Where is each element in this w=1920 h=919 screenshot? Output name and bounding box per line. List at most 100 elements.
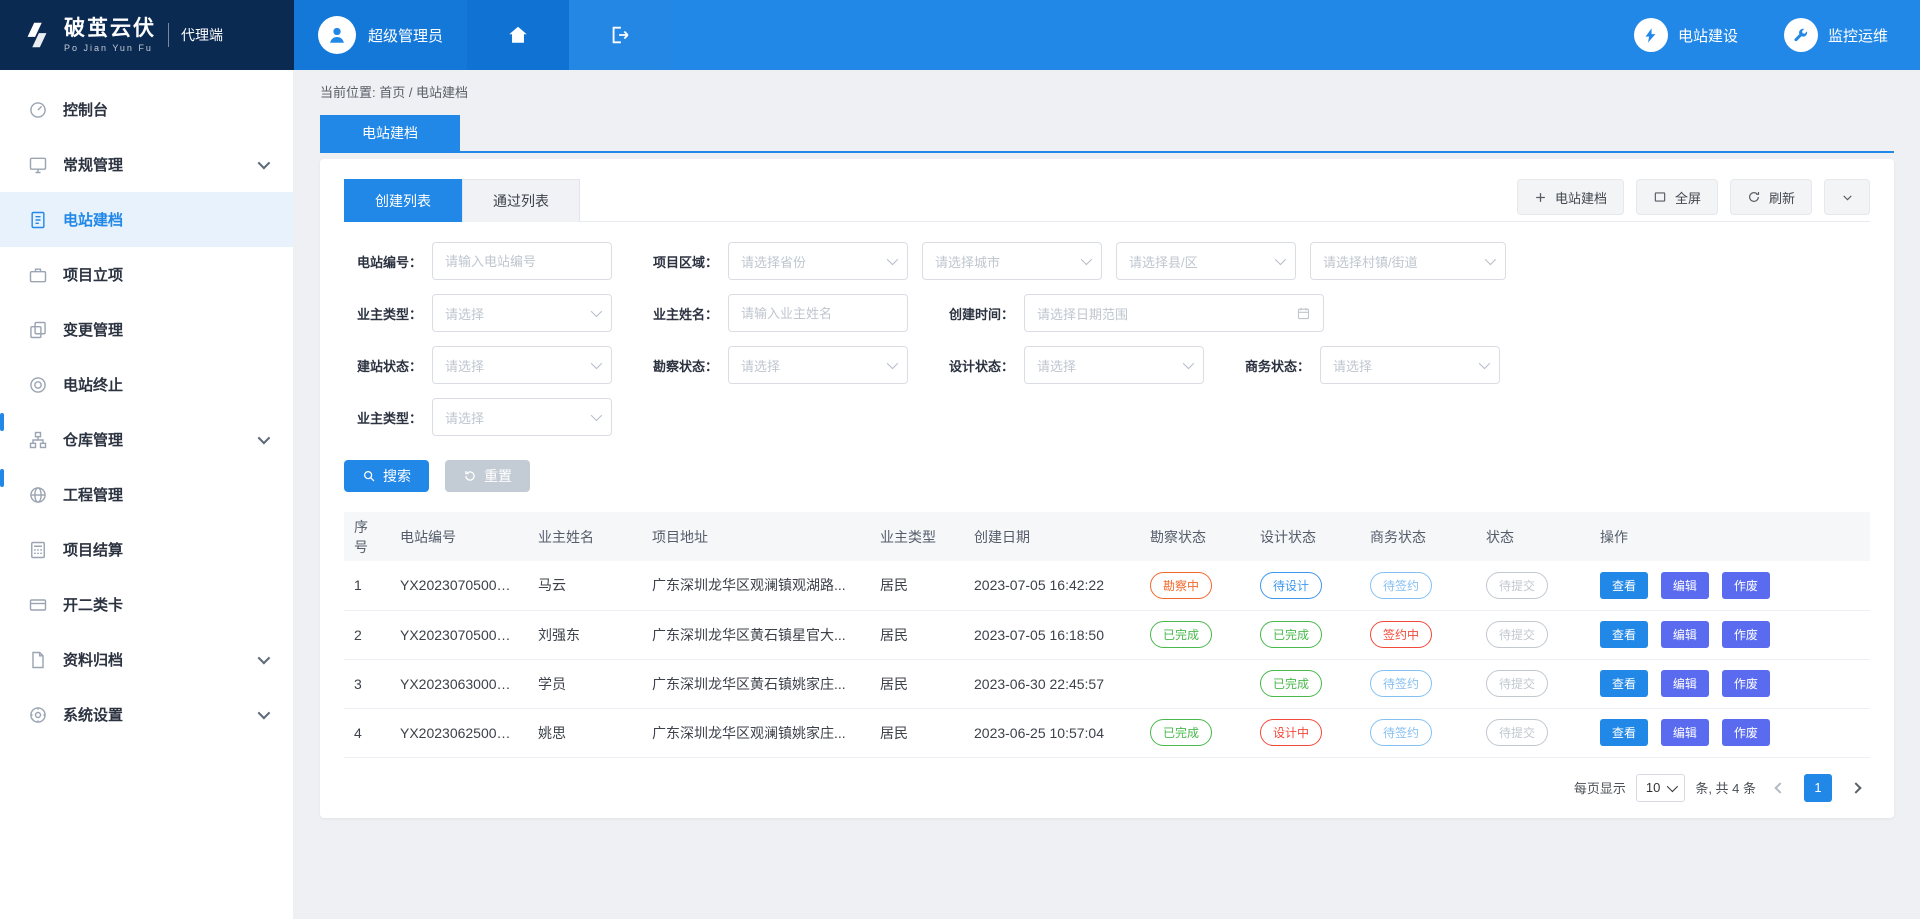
build-status-select[interactable]: 请选择 xyxy=(432,346,612,384)
station-table: 序号 电站编号 业主姓名 项目地址 业主类型 创建日期 勘察状态 设计状态 商务… xyxy=(344,512,1870,758)
refresh-button[interactable]: 刷新 xyxy=(1730,179,1812,215)
status-badge: 已完成 xyxy=(1260,621,1322,648)
search-button[interactable]: 搜索 xyxy=(344,460,429,492)
col-actions: 操作 xyxy=(1590,512,1870,561)
void-button[interactable]: 作废 xyxy=(1722,670,1770,697)
sidebar-item-label: 工程管理 xyxy=(63,484,123,505)
design-status-select[interactable]: 请选择 xyxy=(1024,346,1204,384)
per-page-select[interactable]: 10 xyxy=(1636,774,1685,802)
user-menu[interactable]: 超级管理员 xyxy=(294,0,467,70)
dashboard-icon xyxy=(28,100,48,120)
col-survey-status: 勘察状态 xyxy=(1140,512,1250,561)
page-tab-station-filing[interactable]: 电站建档 xyxy=(320,115,460,151)
sidebar-item-class2-card[interactable]: 开二类卡 xyxy=(0,577,293,632)
tab-passed-list[interactable]: 通过列表 xyxy=(462,179,580,222)
status-badge: 待提交 xyxy=(1486,621,1548,648)
brand-logo[interactable]: 破茧云伏 Po Jian Yun Fu 代理端 xyxy=(0,0,294,70)
sidebar-item-project-settlement[interactable]: 项目结算 xyxy=(0,522,293,577)
sidebar-item-console[interactable]: 控制台 xyxy=(0,82,293,137)
nav-station-build[interactable]: 电站建设 xyxy=(1634,18,1738,52)
void-button[interactable]: 作废 xyxy=(1722,572,1770,599)
collapse-panel-button[interactable] xyxy=(1824,179,1870,215)
sidebar-item-label: 变更管理 xyxy=(63,319,123,340)
sidebar-item-system-settings[interactable]: 系统设置 xyxy=(0,687,293,742)
edit-button[interactable]: 编辑 xyxy=(1661,670,1709,697)
sidebar-item-data-archive[interactable]: 资料归档 xyxy=(0,632,293,687)
business-status-label: 商务状态： xyxy=(1232,356,1320,375)
search-icon xyxy=(362,469,376,483)
col-owner-name: 业主姓名 xyxy=(528,512,642,561)
owner-name-input[interactable] xyxy=(728,294,908,332)
station-code-input[interactable] xyxy=(432,242,612,280)
topbar: 破茧云伏 Po Jian Yun Fu 代理端 超级管理员 xyxy=(0,0,1920,70)
sidebar-item-general-mgmt[interactable]: 常规管理 xyxy=(0,137,293,192)
view-button[interactable]: 查看 xyxy=(1600,572,1648,599)
view-button[interactable]: 查看 xyxy=(1600,670,1648,697)
prev-page-button[interactable] xyxy=(1766,774,1794,802)
date-range-input[interactable]: 请选择日期范围 xyxy=(1024,294,1324,332)
chevron-down-icon xyxy=(887,358,898,369)
col-status: 状态 xyxy=(1476,512,1590,561)
city-select[interactable]: 请选择城市 xyxy=(922,242,1102,280)
reset-button[interactable]: 重置 xyxy=(445,460,530,492)
page-tabbar: 电站建档 xyxy=(320,115,1894,153)
owner-type-select[interactable]: 请选择 xyxy=(432,294,612,332)
col-business-status: 商务状态 xyxy=(1360,512,1476,561)
survey-status-select[interactable]: 请选择 xyxy=(728,346,908,384)
table-row: 3 YX2023063000009 学员 广东深圳龙华区黄石镇姚家庄... 居民… xyxy=(344,659,1870,708)
copy-icon xyxy=(28,320,48,340)
status-badge: 待签约 xyxy=(1370,670,1432,697)
next-page-button[interactable] xyxy=(1842,774,1870,802)
toolbar: 电站建档 全屏 刷新 xyxy=(1517,179,1870,221)
business-status-select[interactable]: 请选择 xyxy=(1320,346,1500,384)
status-badge: 勘察中 xyxy=(1150,572,1212,599)
sidebar-item-label: 项目结算 xyxy=(63,539,123,560)
province-select[interactable]: 请选择省份 xyxy=(728,242,908,280)
status-badge: 设计中 xyxy=(1260,719,1322,746)
void-button[interactable]: 作废 xyxy=(1722,719,1770,746)
design-status-label: 设计状态： xyxy=(936,356,1024,375)
tab-create-list[interactable]: 创建列表 xyxy=(344,179,462,222)
fullscreen-button[interactable]: 全屏 xyxy=(1636,179,1718,215)
owner-type2-select[interactable]: 请选择 xyxy=(432,398,612,436)
edit-button[interactable]: 编辑 xyxy=(1661,572,1709,599)
logout-button[interactable] xyxy=(569,0,671,70)
view-button[interactable]: 查看 xyxy=(1600,621,1648,648)
build-status-label: 建站状态： xyxy=(344,356,432,375)
wrench-icon xyxy=(1784,18,1818,52)
sidebar-item-station-filing[interactable]: 电站建档 xyxy=(0,192,293,247)
sidebar-scrollbar-thumb[interactable] xyxy=(0,413,4,431)
divider xyxy=(168,23,169,47)
col-created: 创建日期 xyxy=(964,512,1140,561)
sidebar-item-project-initiation[interactable]: 项目立项 xyxy=(0,247,293,302)
town-select[interactable]: 请选择村镇/街道 xyxy=(1310,242,1506,280)
col-no: 序号 xyxy=(344,512,390,561)
nav-monitor-ops[interactable]: 监控运维 xyxy=(1784,18,1888,52)
create-time-label: 创建时间： xyxy=(936,304,1024,323)
edit-button[interactable]: 编辑 xyxy=(1661,719,1709,746)
sidebar-item-station-termination[interactable]: 电站终止 xyxy=(0,357,293,412)
nav-station-build-label: 电站建设 xyxy=(1678,25,1738,46)
reset-icon xyxy=(463,469,477,483)
page-number-button[interactable]: 1 xyxy=(1804,774,1832,802)
sidebar-item-warehouse-mgmt[interactable]: 仓库管理 xyxy=(0,412,293,467)
chevron-down-icon xyxy=(591,358,602,369)
file-icon xyxy=(28,650,48,670)
void-button[interactable]: 作废 xyxy=(1722,621,1770,648)
sidebar-scrollbar-thumb[interactable] xyxy=(0,469,4,487)
sidebar-item-label: 电站建档 xyxy=(63,209,123,230)
home-button[interactable] xyxy=(467,0,569,70)
county-select[interactable]: 请选择县/区 xyxy=(1116,242,1296,280)
user-name: 超级管理员 xyxy=(368,25,443,46)
sidebar-item-change-mgmt[interactable]: 变更管理 xyxy=(0,302,293,357)
add-station-button[interactable]: 电站建档 xyxy=(1517,179,1624,215)
home-icon xyxy=(507,24,529,46)
survey-status-label: 勘察状态： xyxy=(640,356,728,375)
edit-button[interactable]: 编辑 xyxy=(1661,621,1709,648)
pagination: 每页显示 10 条, 共 4 条 1 xyxy=(344,774,1870,802)
sidebar-item-engineering-mgmt[interactable]: 工程管理 xyxy=(0,467,293,522)
status-badge: 待提交 xyxy=(1486,572,1548,599)
globe-icon xyxy=(28,485,48,505)
view-button[interactable]: 查看 xyxy=(1600,719,1648,746)
document-icon xyxy=(28,210,48,230)
